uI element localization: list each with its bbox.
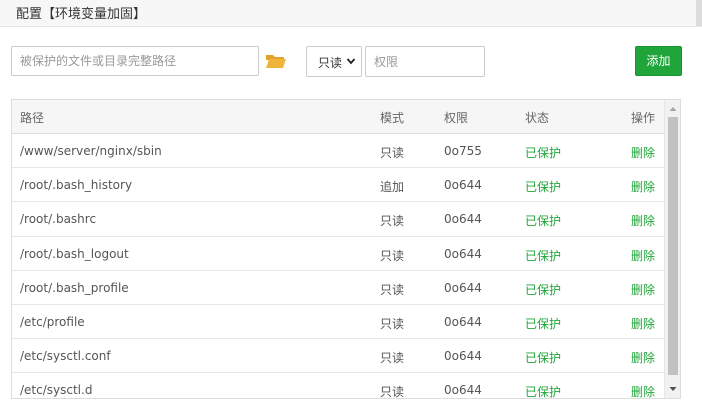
row-status: 已保护 — [525, 214, 562, 229]
row-path: /root/.bash_history — [20, 178, 133, 193]
row-mode: 只读 — [380, 214, 405, 229]
table-header: 路径 模式 权限 状态 操作 — [12, 100, 665, 134]
row-status: 已保护 — [525, 385, 562, 399]
scrollbar-thumb[interactable] — [668, 117, 678, 375]
row-permission: 0o644 — [444, 280, 482, 295]
table-row: /root/.bash_history 追加 0o644 已保护 删除 — [12, 168, 665, 203]
row-permission: 0o755 — [444, 144, 482, 158]
dialog-titlebar: 配置【环境变量加固】 — [0, 0, 702, 27]
delete-link[interactable]: 删除 — [631, 212, 655, 229]
header-status: 状态 — [525, 111, 550, 125]
table-row: /etc/profile 只读 0o644 已保护 删除 — [12, 305, 665, 340]
row-permission: 0o644 — [444, 383, 482, 398]
permission-input[interactable] — [365, 46, 485, 77]
row-mode: 只读 — [380, 282, 405, 297]
row-status: 已保护 — [525, 316, 562, 331]
row-path: /etc/sysctl.d — [20, 383, 93, 398]
row-status: 已保护 — [525, 180, 562, 195]
row-status: 已保护 — [525, 282, 562, 297]
row-mode: 只读 — [380, 385, 405, 399]
row-path: /root/.bash_profile — [20, 280, 129, 295]
table-scrollbar[interactable] — [664, 100, 680, 398]
dialog-title: 配置【环境变量加固】 — [16, 7, 147, 22]
row-mode: 追加 — [380, 180, 405, 195]
mode-select[interactable]: 只读 — [306, 46, 362, 77]
scroll-up-arrow-icon[interactable] — [668, 104, 678, 114]
mode-select-value: 只读 — [318, 56, 343, 70]
table-row: /root/.bash_profile 只读 0o644 已保护 删除 — [12, 271, 665, 305]
add-button[interactable]: 添加 — [635, 46, 682, 76]
row-permission: 0o644 — [444, 314, 482, 329]
delete-link[interactable]: 删除 — [631, 247, 655, 264]
row-path: /etc/sysctl.conf — [20, 349, 111, 364]
path-input[interactable] — [11, 46, 259, 76]
protected-paths-table: 路径 模式 权限 状态 操作 /www/server/nginx/sbin 只读… — [11, 99, 681, 399]
row-path: /root/.bash_logout — [20, 246, 129, 261]
scroll-down-arrow-icon[interactable] — [668, 384, 678, 394]
row-status: 已保护 — [525, 351, 562, 366]
row-permission: 0o644 — [444, 178, 482, 193]
row-permission: 0o644 — [444, 246, 482, 261]
row-path: /etc/profile — [20, 314, 85, 329]
delete-link[interactable]: 删除 — [631, 144, 655, 161]
row-mode: 只读 — [380, 351, 405, 366]
folder-open-icon[interactable] — [265, 52, 287, 70]
row-path: /www/server/nginx/sbin — [20, 144, 162, 158]
row-permission: 0o644 — [444, 349, 482, 364]
delete-link[interactable]: 删除 — [631, 281, 655, 298]
row-mode: 只读 — [380, 316, 405, 331]
table-row: /root/.bash_logout 只读 0o644 已保护 删除 — [12, 237, 665, 271]
delete-link[interactable]: 删除 — [631, 349, 655, 366]
table-row: /etc/sysctl.conf 只读 0o644 已保护 删除 — [12, 339, 665, 374]
delete-link[interactable]: 删除 — [631, 383, 655, 398]
header-permission: 权限 — [444, 111, 469, 125]
titlebar-edge — [696, 0, 702, 26]
row-status: 已保护 — [525, 146, 562, 160]
header-operation: 操作 — [631, 111, 656, 125]
chevron-down-icon — [346, 58, 356, 65]
row-mode: 只读 — [380, 146, 405, 160]
table-body: /www/server/nginx/sbin 只读 0o755 已保护 删除 /… — [12, 134, 665, 399]
row-status: 已保护 — [525, 248, 562, 263]
header-mode: 模式 — [380, 111, 405, 125]
row-path: /root/.bashrc — [20, 212, 97, 227]
row-permission: 0o644 — [444, 212, 482, 227]
row-mode: 只读 — [380, 248, 405, 263]
table-row: /root/.bashrc 只读 0o644 已保护 删除 — [12, 202, 665, 237]
table-row: /etc/sysctl.d 只读 0o644 已保护 删除 — [12, 373, 665, 399]
delete-link[interactable]: 删除 — [631, 315, 655, 332]
header-path: 路径 — [20, 111, 45, 125]
table-row: /www/server/nginx/sbin 只读 0o755 已保护 删除 — [12, 134, 665, 169]
delete-link[interactable]: 删除 — [631, 178, 655, 195]
